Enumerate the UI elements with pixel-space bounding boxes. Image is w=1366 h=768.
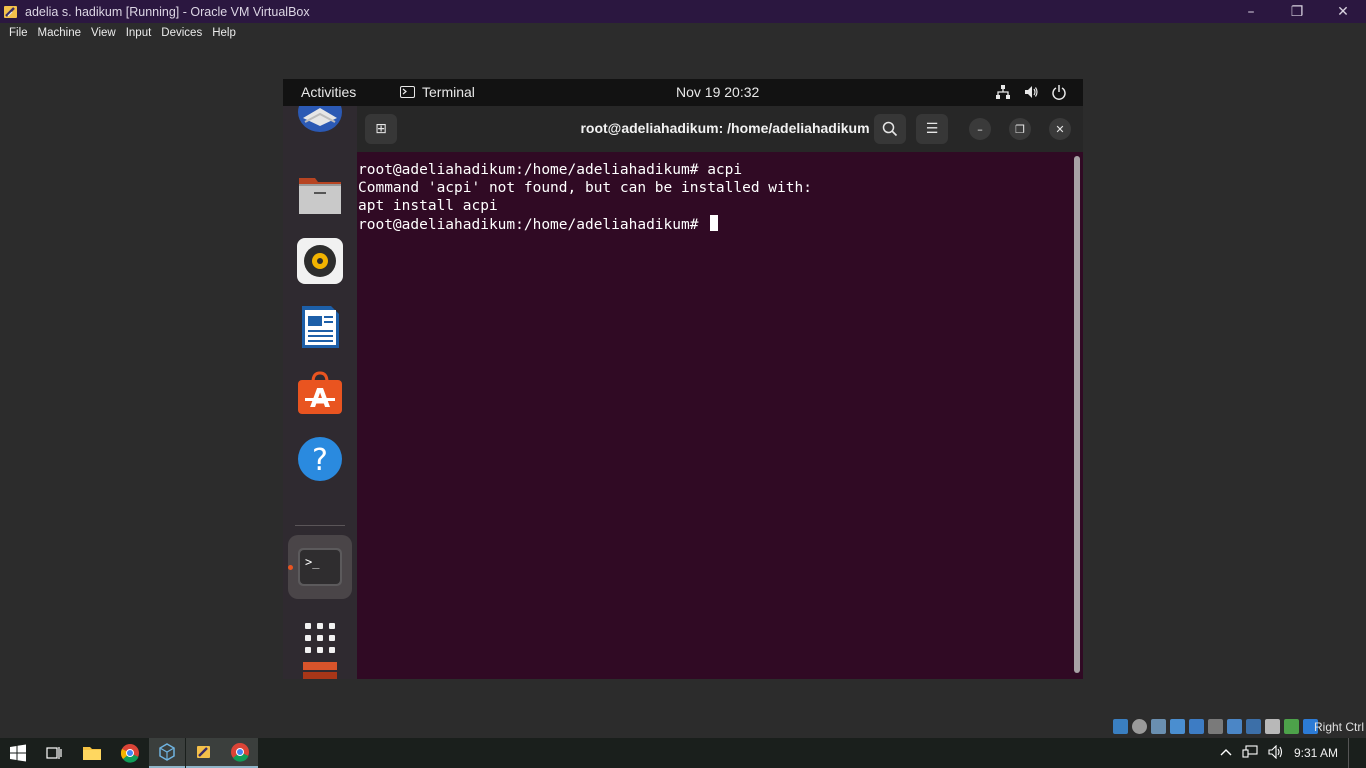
system-tray[interactable] bbox=[995, 84, 1067, 103]
terminal-line: apt install acpi bbox=[358, 198, 498, 214]
chrome-active-icon[interactable] bbox=[222, 738, 258, 768]
clock[interactable]: Nov 19 20:32 bbox=[676, 84, 759, 100]
dock-separator bbox=[295, 525, 345, 526]
vm-status-bar: Right Ctrl bbox=[0, 716, 1366, 738]
activities-button[interactable]: Activities bbox=[301, 84, 356, 100]
hamburger-menu-button[interactable]: ☰ bbox=[916, 114, 948, 144]
power-icon[interactable] bbox=[1051, 84, 1067, 103]
minimize-button[interactable]: – bbox=[1228, 0, 1274, 23]
disk-app-icon[interactable] bbox=[297, 660, 343, 679]
menu-file[interactable]: File bbox=[4, 27, 33, 39]
guest-screen[interactable]: Activities Terminal Nov 19 20:32 A ? >_ … bbox=[283, 79, 1083, 679]
virtualbox-vm-icon[interactable] bbox=[186, 738, 222, 768]
search-icon bbox=[882, 121, 898, 137]
svg-text:?: ? bbox=[312, 443, 328, 478]
task-view-icon[interactable] bbox=[36, 738, 72, 768]
menu-view[interactable]: View bbox=[86, 27, 121, 39]
menu-machine[interactable]: Machine bbox=[33, 27, 86, 39]
network-icon[interactable] bbox=[995, 84, 1011, 103]
help-icon[interactable]: ? bbox=[297, 436, 343, 482]
network-status-icon[interactable] bbox=[1242, 744, 1258, 762]
terminal-window[interactable]: ⊞ root@adeliahadikum: /home/adeliahadiku… bbox=[357, 106, 1083, 679]
cpu-icon[interactable] bbox=[1265, 719, 1280, 734]
rhythmbox-icon[interactable] bbox=[297, 238, 343, 284]
virtualbox-manager-icon[interactable] bbox=[149, 738, 185, 768]
terminal-minimize-button[interactable]: – bbox=[969, 118, 991, 140]
network-adapter-icon[interactable] bbox=[1170, 719, 1185, 734]
terminal-header-bar[interactable]: ⊞ root@adeliahadikum: /home/adeliahadiku… bbox=[357, 106, 1083, 152]
search-button[interactable] bbox=[874, 114, 906, 144]
menu-devices[interactable]: Devices bbox=[156, 27, 207, 39]
restore-button[interactable]: ❐ bbox=[1274, 0, 1320, 23]
show-hidden-icons-icon[interactable] bbox=[1220, 746, 1232, 760]
libreoffice-writer-icon[interactable] bbox=[297, 304, 343, 350]
notification-area: 9:31 AM bbox=[1220, 738, 1366, 768]
shared-folders-icon[interactable] bbox=[1208, 719, 1223, 734]
host-menu-bar: File Machine View Input Devices Help bbox=[0, 23, 1366, 43]
terminal-maximize-button[interactable]: ❐ bbox=[1009, 118, 1031, 140]
show-applications-icon[interactable] bbox=[297, 621, 343, 657]
terminal-small-icon bbox=[400, 86, 415, 98]
terminal-close-button[interactable]: ✕ bbox=[1049, 118, 1071, 140]
system-time[interactable]: 9:31 AM bbox=[1294, 746, 1338, 760]
terminal-icon[interactable]: >_ bbox=[297, 544, 343, 590]
text-cursor bbox=[710, 215, 719, 231]
thunderbird-icon[interactable] bbox=[297, 92, 343, 134]
close-button[interactable]: ✕ bbox=[1320, 0, 1366, 23]
files-icon[interactable] bbox=[297, 172, 343, 218]
hard-disk-icon[interactable] bbox=[1113, 719, 1128, 734]
ubuntu-software-icon[interactable]: A bbox=[297, 370, 343, 416]
start-icon[interactable] bbox=[0, 738, 36, 768]
audio-icon[interactable] bbox=[1151, 719, 1166, 734]
chrome-icon[interactable] bbox=[112, 738, 148, 768]
terminal-scrollbar[interactable] bbox=[1074, 156, 1080, 673]
host-window-title: adelia s. hadikum [Running] - Oracle VM … bbox=[25, 4, 310, 19]
terminal-line: Command 'acpi' not found, but can be ins… bbox=[358, 180, 812, 196]
app-menu-label: Terminal bbox=[422, 84, 475, 100]
terminal-prompt-line: root@adeliahadikum:/home/adeliahadikum# bbox=[358, 215, 1073, 234]
terminal-output[interactable]: root@adeliahadikum:/home/adeliahadikum# … bbox=[357, 152, 1073, 679]
host-key-label: Right Ctrl bbox=[1313, 720, 1364, 734]
gnome-top-bar: Activities Terminal Nov 19 20:32 bbox=[283, 79, 1083, 106]
menu-input[interactable]: Input bbox=[121, 27, 157, 39]
file-explorer-icon[interactable] bbox=[74, 738, 110, 768]
speaker-icon[interactable] bbox=[1268, 744, 1284, 762]
display-icon[interactable] bbox=[1227, 719, 1242, 734]
optical-drive-icon[interactable] bbox=[1132, 719, 1147, 734]
show-desktop-button[interactable] bbox=[1348, 738, 1366, 768]
svg-text:>_: >_ bbox=[305, 555, 320, 569]
windows-taskbar: 9:31 AM bbox=[0, 738, 1366, 768]
ubuntu-dock: A ? >_ bbox=[283, 92, 357, 679]
app-menu-terminal[interactable]: Terminal bbox=[400, 84, 475, 100]
mouse-integration-icon[interactable] bbox=[1284, 719, 1299, 734]
menu-help[interactable]: Help bbox=[207, 27, 241, 39]
terminal-line: root@adeliahadikum:/home/adeliahadikum# … bbox=[358, 162, 743, 178]
volume-icon[interactable] bbox=[1023, 84, 1039, 103]
terminal-prompt: root@adeliahadikum:/home/adeliahadikum# bbox=[358, 217, 708, 233]
usb-icon[interactable] bbox=[1189, 719, 1204, 734]
recording-icon[interactable] bbox=[1246, 719, 1261, 734]
virtualbox-logo-icon bbox=[2, 3, 20, 21]
host-title-bar: adelia s. hadikum [Running] - Oracle VM … bbox=[0, 0, 1366, 23]
running-indicator bbox=[288, 565, 293, 570]
